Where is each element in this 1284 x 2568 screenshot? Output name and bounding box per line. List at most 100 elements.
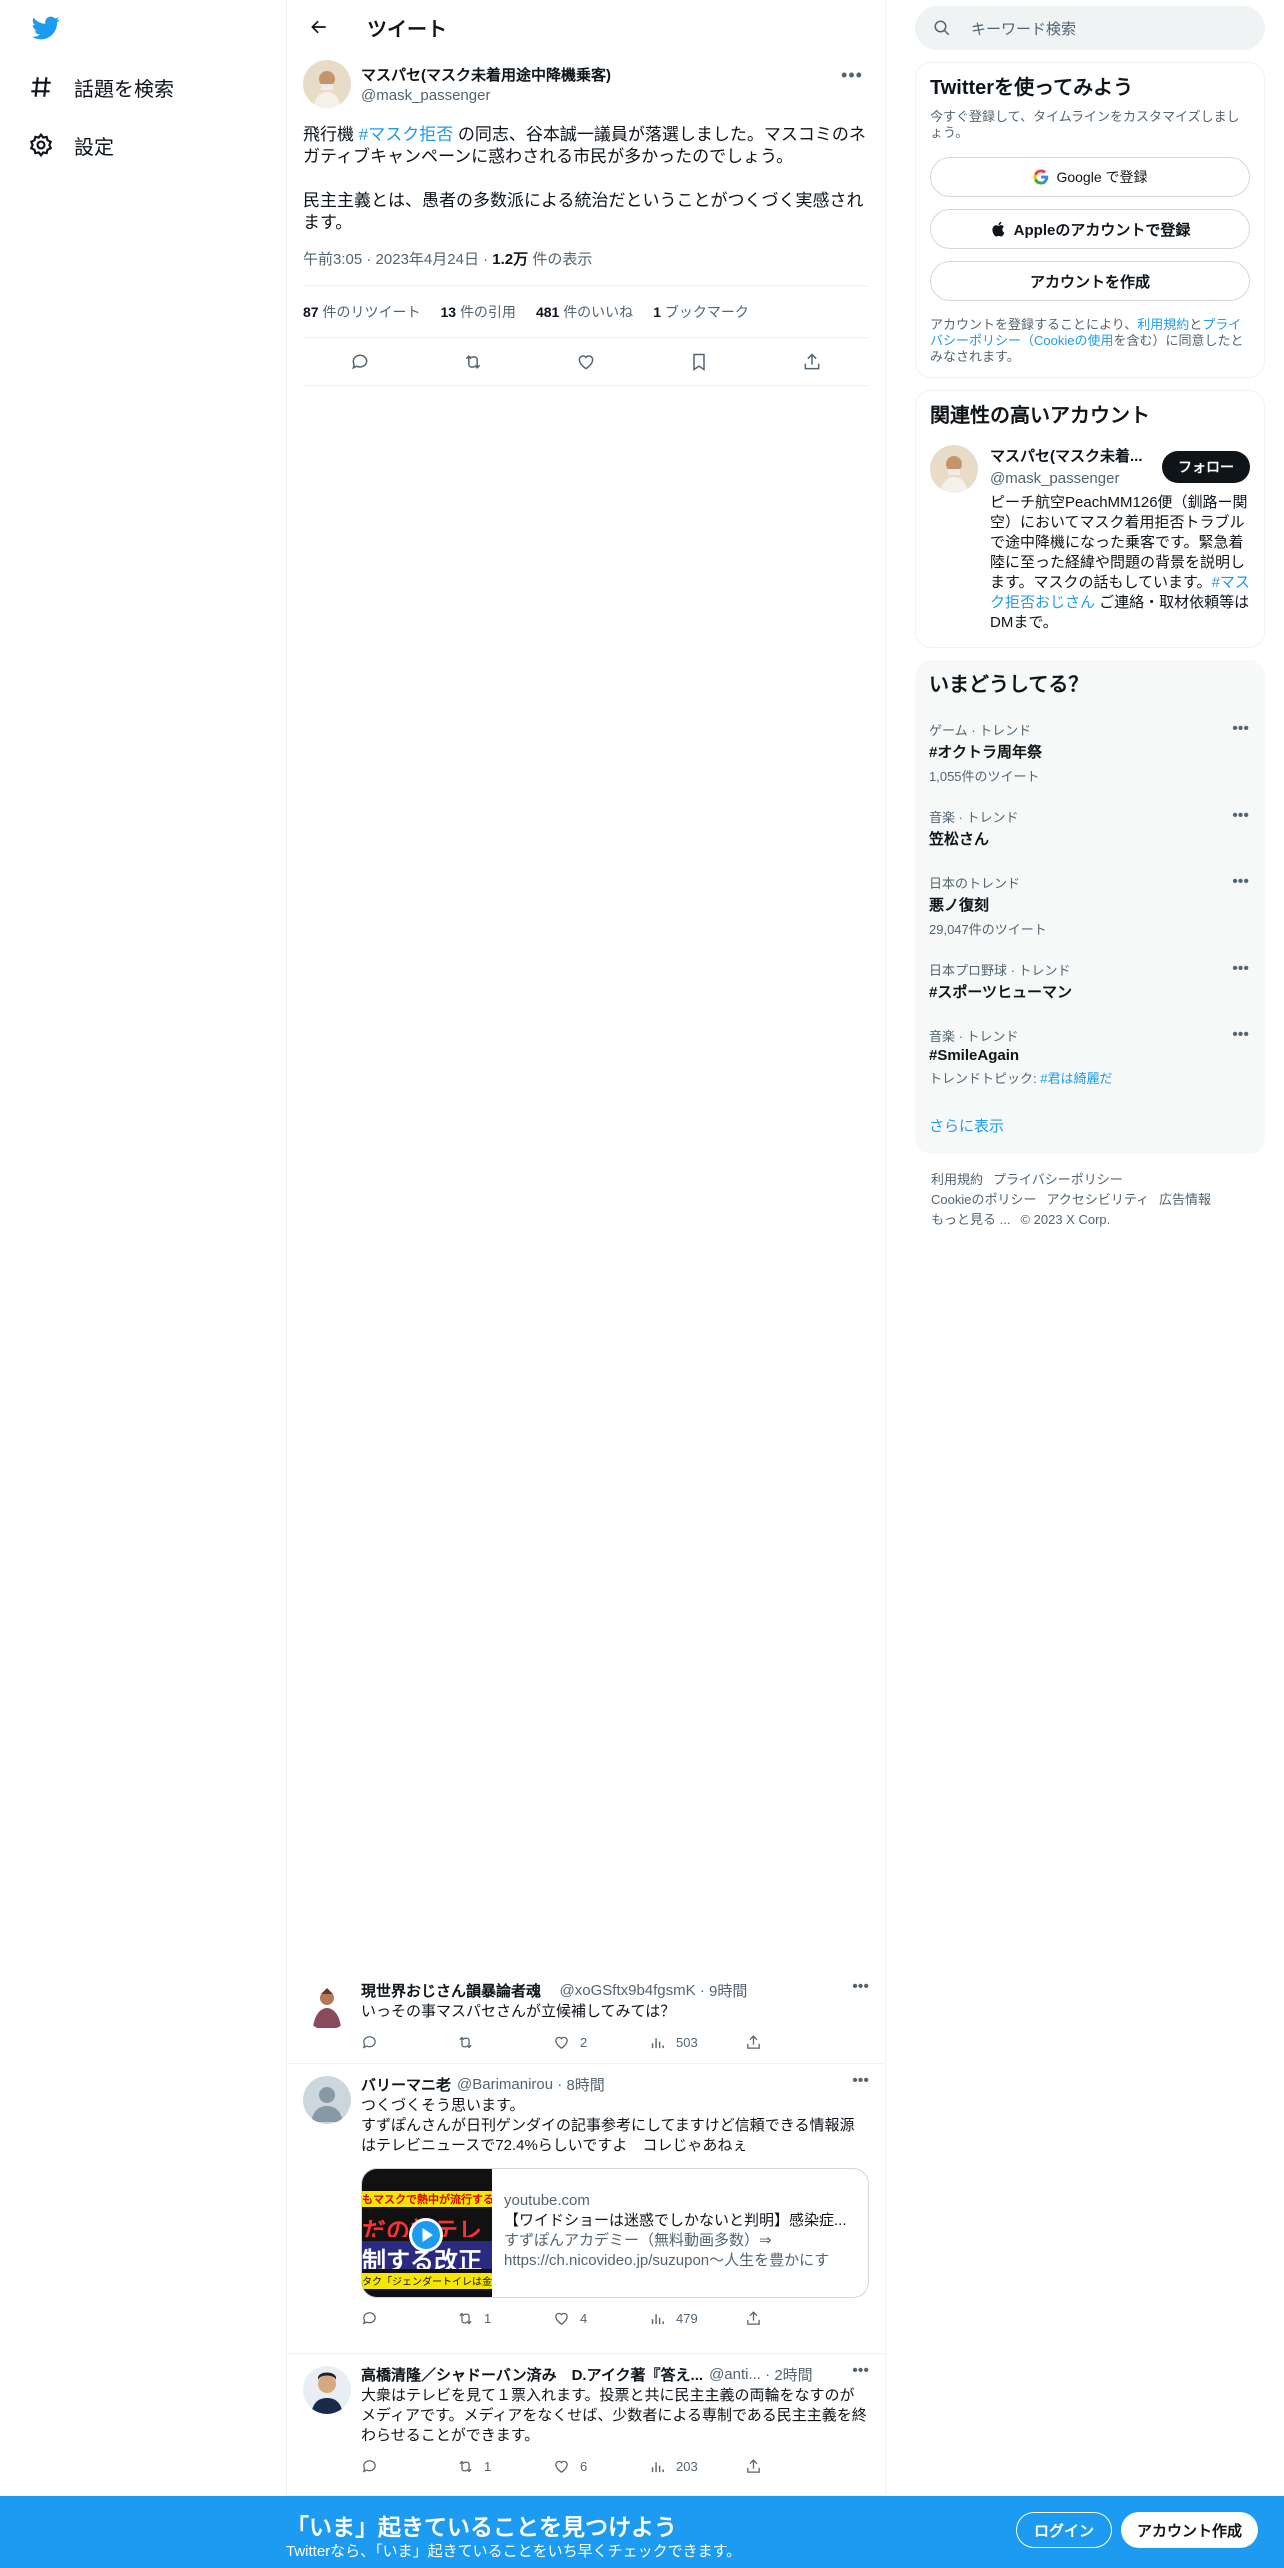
like-stat[interactable]: 481 件のいいね (536, 302, 633, 322)
share-button[interactable] (745, 2034, 841, 2051)
footer-more-link[interactable]: もっと見る ... (931, 1212, 1010, 1227)
reply-time[interactable]: 9時間 (709, 1980, 747, 2000)
login-button[interactable]: ログイン (1016, 2512, 1112, 2548)
reply-button[interactable] (361, 2310, 457, 2327)
trend-item[interactable]: 日本プロ野球 · トレンド #スポーツヒューマン ••• (929, 960, 1251, 1002)
views-button[interactable]: 479 (649, 2310, 745, 2327)
retweet-icon (459, 2460, 472, 2472)
heart-icon (555, 2036, 568, 2049)
quote-stat[interactable]: 13 件の引用 (440, 302, 515, 322)
retweet-stat[interactable]: 87 件のリツイート (303, 302, 420, 322)
trend-item[interactable]: ゲーム · トレンド #オクトラ周年祭 1,055件のツイート ••• (929, 720, 1251, 785)
more-options-icon[interactable]: ••• (1232, 1026, 1249, 1044)
reply-item[interactable]: ••• バリーマニ老 @Barimanirou · 8時間 つくづくそう思います。… (287, 2064, 885, 2354)
reply-item[interactable]: ••• 現世界おじさん韻暴論者魂 @xoGSftx9b4fgsmK · 9時間 … (287, 1970, 885, 2064)
footer-accessibility-link[interactable]: アクセシビリティ (1046, 1192, 1149, 1207)
footer-terms-link[interactable]: 利用規約 (931, 1172, 983, 1187)
like-button[interactable]: 2 (553, 2034, 649, 2051)
reply-button[interactable] (342, 344, 378, 380)
link-card[interactable]: もマスクで熱中が流行する だの為テレ 制する改正 タク「ジェンダートイレは金盗 … (361, 2168, 869, 2298)
related-name[interactable]: マスパセ(マスク未着... (990, 445, 1146, 466)
tweet-date[interactable]: 2023年4月24日 (376, 251, 479, 268)
show-more-link[interactable]: さらに表示 (929, 1115, 1251, 1136)
nav-settings[interactable]: 設定 (28, 125, 114, 165)
trend-count: 1,055件のツイート (929, 769, 1040, 784)
retweet-button[interactable]: 1 (457, 2310, 553, 2327)
retweet-button[interactable]: 1 (457, 2458, 553, 2475)
tweet-time[interactable]: 午前3:05 (303, 251, 362, 268)
google-signup-button[interactable]: Google で登録 (930, 157, 1250, 197)
share-button[interactable] (794, 344, 830, 380)
apple-signup-button[interactable]: Appleのアカウントで登録 (930, 209, 1250, 249)
trend-item[interactable]: 日本のトレンド 悪ノ復刻 29,047件のツイート ••• (929, 873, 1251, 938)
more-options-icon[interactable]: ••• (852, 1978, 869, 1996)
related-account[interactable]: マスパセ(マスク未着... @mask_passenger ピーチ航空Peach… (930, 445, 1250, 633)
create-account-button[interactable]: アカウントを作成 (930, 261, 1250, 301)
tweet-text-paragraph: 民主主義とは、愚者の多数派による統治だということがつくづく実感されます。 (303, 191, 864, 232)
more-options-icon[interactable]: ••• (1232, 960, 1249, 978)
more-options-icon[interactable]: ••• (835, 62, 869, 88)
more-options-icon[interactable]: ••• (1232, 720, 1249, 738)
reply-author-name[interactable]: 現世界おじさん韻暴論者魂 (361, 1980, 541, 2000)
reply-author-handle[interactable]: @Barimanirou (457, 2076, 553, 2093)
more-options-icon[interactable]: ••• (852, 2362, 869, 2380)
more-options-icon[interactable]: ••• (1232, 873, 1249, 891)
signup-subtitle: 今すぐ登録して、タイムラインをカスタマイズしましょう。 (930, 109, 1240, 140)
trend-item[interactable]: 音楽 · トレンド 笠松さん ••• (929, 807, 1251, 849)
terms-link[interactable]: 利用規約 (1137, 317, 1189, 332)
like-button[interactable]: 6 (553, 2458, 649, 2475)
retweet-icon (459, 2312, 472, 2324)
footer-ads-link[interactable]: 広告情報 (1159, 1192, 1211, 1207)
card-domain: youtube.com (504, 2192, 590, 2209)
share-button[interactable] (745, 2310, 841, 2327)
replies-list: ••• 現世界おじさん韻暴論者魂 @xoGSftx9b4fgsmK · 9時間 … (287, 1970, 885, 2496)
search-input[interactable]: キーワード検索 (915, 6, 1265, 50)
retweet-button[interactable] (457, 2034, 553, 2051)
reply-actions: 1 4 479 (361, 2298, 869, 2338)
hashtag-link[interactable]: #マスク拒否 (359, 125, 453, 144)
trend-item[interactable]: 音楽 · トレンド #SmileAgain トレンドトピック: #君は綺麗だ •… (929, 1026, 1251, 1087)
follow-button[interactable]: フォロー (1162, 451, 1250, 483)
reply-time[interactable]: 8時間 (566, 2074, 604, 2094)
author-name[interactable]: マスパセ(マスク未着用途中降機乗客) (361, 64, 611, 85)
reply-author-handle[interactable]: @anti... (709, 2366, 761, 2383)
reply-avatar[interactable] (303, 2076, 351, 2124)
like-button[interactable] (568, 344, 604, 380)
card-title: 【ワイドショーは迷惑でしかないと判明】感染症... (504, 2212, 847, 2229)
related-avatar[interactable] (930, 445, 978, 493)
tweet-text-part: 飛行機 (303, 125, 359, 144)
trend-topic-link[interactable]: #君は綺麗だ (1040, 1071, 1112, 1086)
bookmark-stat[interactable]: 1 ブックマーク (653, 302, 749, 322)
more-options-icon[interactable]: ••• (852, 2072, 869, 2090)
reply-author-handle[interactable]: @xoGSftx9b4fgsmK (560, 1982, 696, 1999)
main-column: ツイート マスパセ(マスク未着用途中降機乗客) @mask_passenger … (286, 0, 886, 2568)
reply-author-name[interactable]: バリーマニ老 (361, 2074, 451, 2094)
views-button[interactable]: 203 (649, 2458, 745, 2475)
reply-button[interactable] (361, 2458, 457, 2475)
trend-category: 日本プロ野球 · トレンド (929, 963, 1071, 978)
reply-item[interactable]: ••• 高橋清隆／シャドーバン済み D.アイク著『答え... @anti... ·… (287, 2354, 885, 2496)
reply-time[interactable]: 2時間 (774, 2364, 812, 2384)
bookmark-button[interactable] (681, 344, 717, 380)
play-icon[interactable] (409, 2218, 443, 2252)
back-button[interactable] (303, 11, 335, 43)
author-avatar[interactable] (303, 60, 351, 108)
twitter-bird-icon[interactable] (30, 14, 62, 42)
share-button[interactable] (745, 2458, 841, 2475)
signup-button[interactable]: アカウント作成 (1121, 2512, 1258, 2548)
reply-avatar[interactable] (303, 1982, 351, 2030)
reply-author-name[interactable]: 高橋清隆／シャドーバン済み D.アイク著『答え... (361, 2364, 703, 2384)
footer-cookie-link[interactable]: Cookieのポリシー (931, 1192, 1036, 1207)
views-button[interactable]: 503 (649, 2034, 745, 2051)
reply-avatar[interactable] (303, 2366, 351, 2414)
more-options-icon[interactable]: ••• (1232, 807, 1249, 825)
trend-category: 日本のトレンド (929, 876, 1021, 891)
reply-text: 大衆はテレビを見て１票入れます。投票と共に民主主義の両輪をなすのがメディアです。… (361, 2387, 867, 2444)
retweet-button[interactable] (455, 344, 491, 380)
author-handle[interactable]: @mask_passenger (361, 87, 611, 104)
like-button[interactable]: 4 (553, 2310, 649, 2327)
footer-privacy-link[interactable]: プライバシーポリシー (993, 1172, 1123, 1187)
reply-button[interactable] (361, 2034, 457, 2051)
focused-tweet: マスパセ(マスク未着用途中降機乗客) @mask_passenger ••• 飛… (287, 54, 885, 386)
nav-explore[interactable]: 話題を検索 (28, 67, 174, 107)
